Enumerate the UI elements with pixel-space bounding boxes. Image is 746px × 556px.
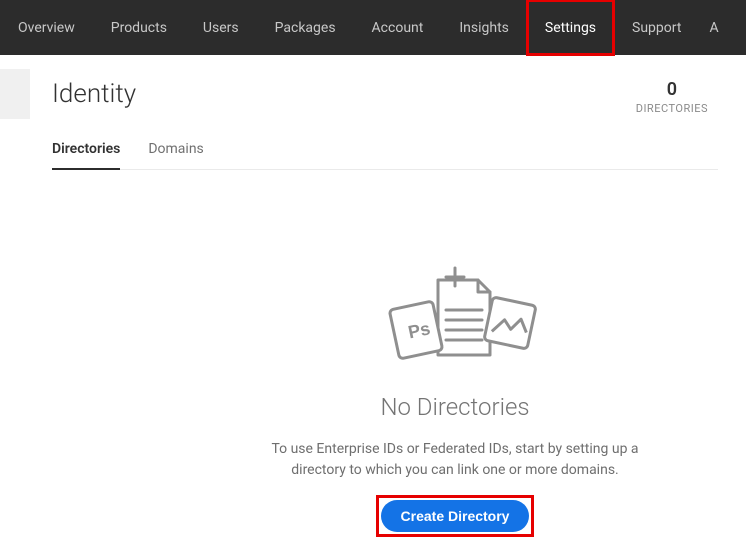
nav-insights[interactable]: Insights (441, 0, 527, 55)
subtabs: Directories Domains (52, 141, 718, 170)
header-row: Identity 0 DIRECTORIES (52, 79, 718, 115)
empty-state-illustration-icon: Ps (360, 265, 550, 375)
nav-packages[interactable]: Packages (257, 0, 354, 55)
nav-overflow[interactable]: A (699, 0, 736, 55)
page-title: Identity (52, 79, 136, 109)
directories-count-label: DIRECTORIES (636, 102, 708, 115)
empty-state-title: No Directories (380, 393, 529, 421)
nav-support[interactable]: Support (614, 0, 699, 55)
tab-domains[interactable]: Domains (148, 141, 203, 169)
top-navigation: Overview Products Users Packages Account… (0, 0, 746, 55)
nav-overview[interactable]: Overview (0, 0, 93, 55)
create-directory-button[interactable]: Create Directory (381, 500, 530, 532)
content-area: Identity 0 DIRECTORIES Directories Domai… (30, 55, 746, 533)
tab-directories[interactable]: Directories (52, 141, 120, 169)
directories-count-block: 0 DIRECTORIES (636, 79, 718, 115)
page-body: Identity 0 DIRECTORIES Directories Domai… (0, 55, 746, 533)
create-directory-highlight: Create Directory (380, 499, 531, 533)
directories-count-number: 0 (636, 79, 708, 100)
nav-users[interactable]: Users (185, 0, 257, 55)
nav-products[interactable]: Products (93, 0, 185, 55)
left-rail-placeholder (0, 69, 30, 119)
nav-settings[interactable]: Settings (527, 0, 614, 55)
empty-state-description: To use Enterprise IDs or Federated IDs, … (265, 439, 645, 481)
nav-account[interactable]: Account (354, 0, 442, 55)
empty-state: Ps No Directories To use Enterprise IDs … (52, 265, 718, 533)
